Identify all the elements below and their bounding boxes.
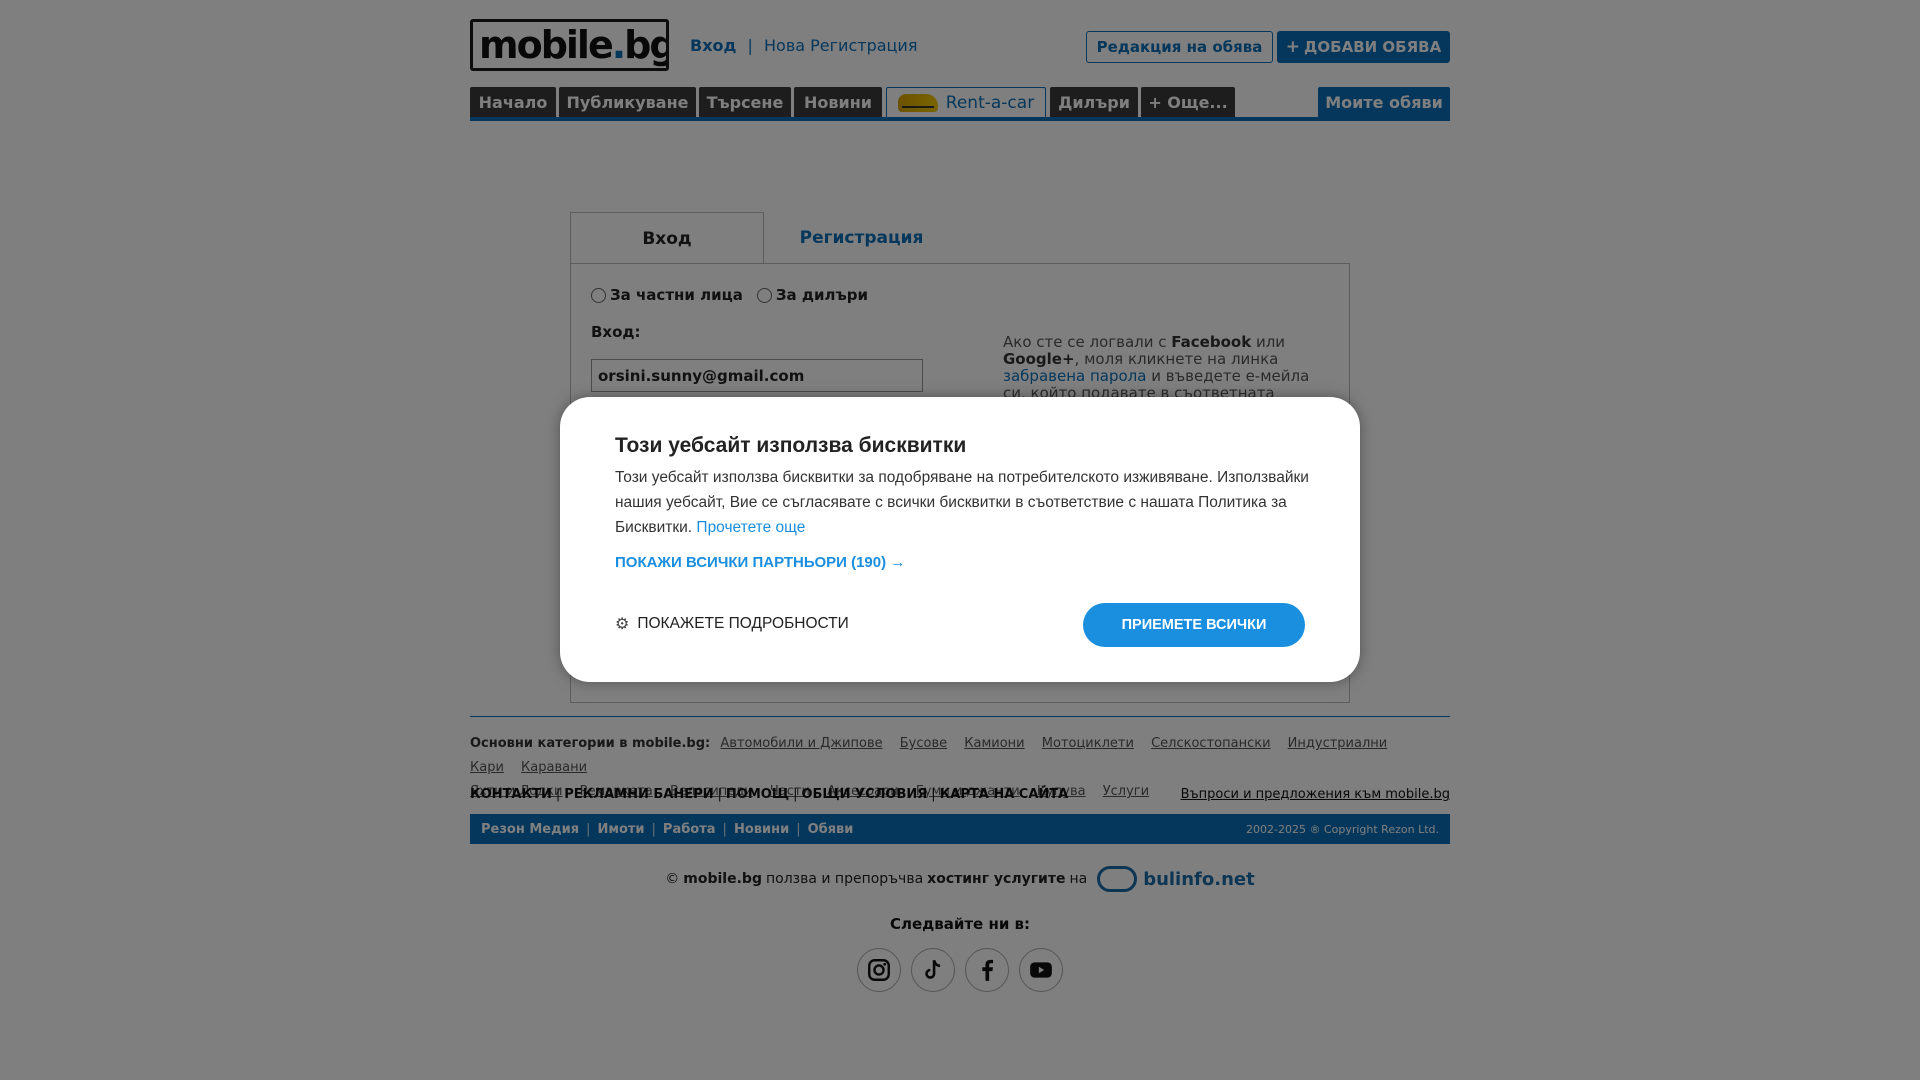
read-more-link[interactable]: Прочетете още [696, 519, 805, 536]
show-partners-link[interactable]: ПОКАЖИ ВСИЧКИ ПАРТНЬОРИ (190) → [615, 554, 905, 571]
show-details-button[interactable]: ⚙ ПОКАЖЕТЕ ПОДРОБНОСТИ [615, 614, 849, 634]
accept-all-button[interactable]: ПРИЕМЕТЕ ВСИЧКИ [1083, 603, 1305, 647]
show-details-label: ПОКАЖЕТЕ ПОДРОБНОСТИ [637, 615, 849, 632]
cookie-dialog-text: Този уебсайт използва бисквитки за подоб… [615, 469, 1309, 536]
cookie-consent-dialog: Този уебсайт използва бисквитки Този уеб… [560, 397, 1360, 682]
gear-icon: ⚙ [615, 616, 630, 633]
cookie-dialog-title: Този уебсайт използва бисквитки [615, 434, 967, 457]
